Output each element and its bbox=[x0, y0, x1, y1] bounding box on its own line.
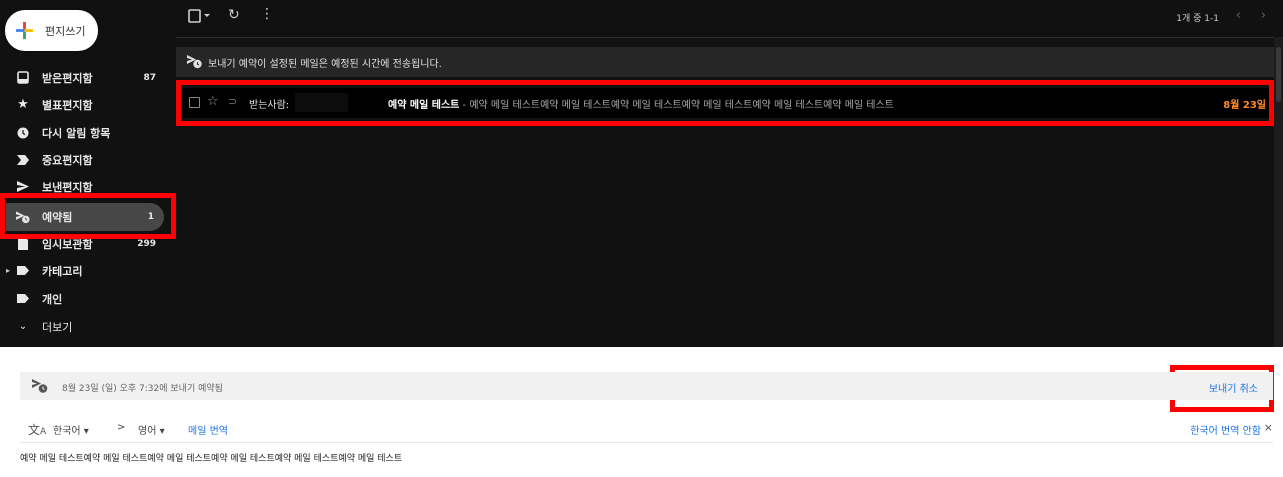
scrollbar-thumb[interactable] bbox=[1276, 47, 1281, 102]
sidebar-item-label: 보낸편지함 bbox=[42, 180, 93, 194]
scheduled-icon bbox=[16, 210, 30, 224]
sidebar-item-label: 중요편지함 bbox=[42, 153, 93, 167]
sidebar-item-starred[interactable]: ★ 별표편지함 bbox=[0, 91, 176, 118]
scheduled-send-bar: 8월 23일 (일) 오후 7:32에 보내기 예약됨 보내기 취소 bbox=[20, 372, 1273, 400]
sidebar-item-label: 받은편지함 bbox=[42, 71, 93, 85]
important-marker-icon[interactable]: ⊃ bbox=[228, 95, 237, 108]
row-checkbox[interactable] bbox=[189, 97, 200, 108]
compose-button[interactable]: 편지쓰기 bbox=[5, 10, 98, 51]
gmail-list-panel: 편지쓰기 받은편지함 87 ★ 별표편지함 다시 알림 항목 중요편지함 보낸편… bbox=[0, 0, 1283, 347]
more-vert-icon[interactable]: ⋮ bbox=[260, 6, 274, 22]
close-icon[interactable]: × bbox=[1264, 421, 1273, 434]
chevron-right-icon[interactable]: › bbox=[1261, 8, 1266, 23]
pagination-text: 1개 중 1-1 bbox=[1176, 14, 1219, 24]
label-icon bbox=[16, 264, 30, 278]
compose-label: 편지쓰기 bbox=[45, 25, 86, 38]
sidebar-item-drafts[interactable]: 임시보관함 299 bbox=[0, 230, 176, 257]
redacted-recipient bbox=[295, 93, 348, 112]
select-checkbox-icon[interactable] bbox=[188, 9, 210, 27]
sidebar-item-label: 카테고리 bbox=[42, 264, 83, 278]
target-language: 영어 bbox=[138, 426, 157, 437]
subject-text: 예약 메일 테스트 bbox=[388, 100, 460, 111]
message-date: 8월 23일 bbox=[1223, 100, 1266, 111]
label-icon bbox=[16, 292, 30, 306]
sidebar: 편지쓰기 받은편지함 87 ★ 별표편지함 다시 알림 항목 중요편지함 보낸편… bbox=[0, 0, 176, 347]
sidebar-item-label: 임시보관함 bbox=[42, 237, 93, 251]
translate-bar: 文A 한국어 ▾ > 영어 ▾ 메일 번역 한국어 번역 안함 × bbox=[20, 415, 1273, 443]
scrollbar[interactable] bbox=[1274, 37, 1283, 347]
sidebar-item-more[interactable]: ⌄ 더보기 bbox=[0, 313, 176, 340]
source-language: 한국어 bbox=[53, 426, 81, 437]
sidebar-item-label: 별표편지함 bbox=[42, 98, 93, 112]
clock-icon bbox=[16, 126, 30, 140]
never-translate-link[interactable]: 한국어 번역 안함 bbox=[1190, 422, 1261, 437]
sidebar-item-snoozed[interactable]: 다시 알림 항목 bbox=[0, 119, 176, 146]
refresh-icon[interactable]: ↻ bbox=[228, 7, 240, 23]
draft-icon bbox=[16, 237, 30, 251]
sidebar-item-scheduled[interactable]: 예약됨 1 bbox=[6, 203, 164, 231]
sidebar-item-personal[interactable]: 개인 bbox=[0, 285, 176, 312]
message-subject: 예약 메일 테스트 - 예약 메일 테스트예약 메일 테스트예약 메일 테스트예… bbox=[388, 96, 894, 111]
inbox-icon bbox=[16, 71, 30, 85]
translate-message-link[interactable]: 메일 번역 bbox=[188, 422, 228, 437]
important-icon bbox=[16, 153, 30, 167]
chevron-left-icon[interactable]: ‹ bbox=[1236, 8, 1241, 23]
unread-count: 299 bbox=[137, 238, 156, 249]
send-icon bbox=[16, 180, 30, 194]
star-icon[interactable]: ☆ bbox=[207, 94, 219, 109]
scheduled-info-banner: 보내기 예약이 설정된 메일은 예정된 시간에 전송됩니다. bbox=[176, 47, 1274, 77]
unread-count: 87 bbox=[143, 72, 156, 83]
compose-plus-icon bbox=[15, 21, 34, 40]
target-language-select[interactable]: 영어 ▾ bbox=[138, 422, 165, 437]
message-row[interactable]: ☆ ⊃ 받는사람: 예약 메일 테스트 - 예약 메일 테스트예약 메일 테스트… bbox=[176, 88, 1274, 118]
star-icon: ★ bbox=[17, 97, 29, 112]
sidebar-item-categories[interactable]: ▸ 카테고리 bbox=[0, 257, 176, 284]
scheduled-icon bbox=[187, 55, 202, 69]
recipient-label: 받는사람: bbox=[249, 100, 290, 111]
toolbar-divider bbox=[176, 37, 1274, 38]
message-body: 예약 메일 테스트예약 메일 테스트예약 메일 테스트예약 메일 테스트예약 메… bbox=[20, 454, 403, 464]
sidebar-item-inbox[interactable]: 받은편지함 87 bbox=[0, 64, 176, 91]
sidebar-item-label: 더보기 bbox=[42, 320, 73, 334]
sidebar-item-label: 다시 알림 항목 bbox=[42, 126, 111, 140]
sidebar-item-sent[interactable]: 보낸편지함 bbox=[0, 173, 176, 200]
scheduled-send-text: 8월 23일 (일) 오후 7:32에 보내기 예약됨 bbox=[62, 384, 223, 394]
translate-icon: 文A bbox=[28, 423, 47, 437]
sidebar-item-label: 예약됨 bbox=[42, 211, 73, 224]
sidebar-item-important[interactable]: 중요편지함 bbox=[0, 146, 176, 173]
cancel-send-button[interactable]: 보내기 취소 bbox=[1209, 380, 1258, 395]
chevron-down-icon: ⌄ bbox=[18, 321, 28, 332]
source-language-select[interactable]: 한국어 ▾ bbox=[53, 422, 89, 437]
sidebar-item-label: 개인 bbox=[42, 292, 63, 306]
list-toolbar: ↻ ⋮ 1개 중 1-1 ‹ › bbox=[176, 0, 1283, 36]
message-snippet: - 예약 메일 테스트예약 메일 테스트예약 메일 테스트예약 메일 테스트예약… bbox=[459, 100, 894, 111]
scheduled-icon bbox=[32, 379, 48, 393]
unread-count: 1 bbox=[147, 212, 154, 222]
banner-text: 보내기 예약이 설정된 메일은 예정된 시간에 전송됩니다. bbox=[208, 59, 442, 70]
lang-arrow: > bbox=[117, 422, 126, 433]
expand-caret-icon[interactable]: ▸ bbox=[6, 266, 10, 275]
